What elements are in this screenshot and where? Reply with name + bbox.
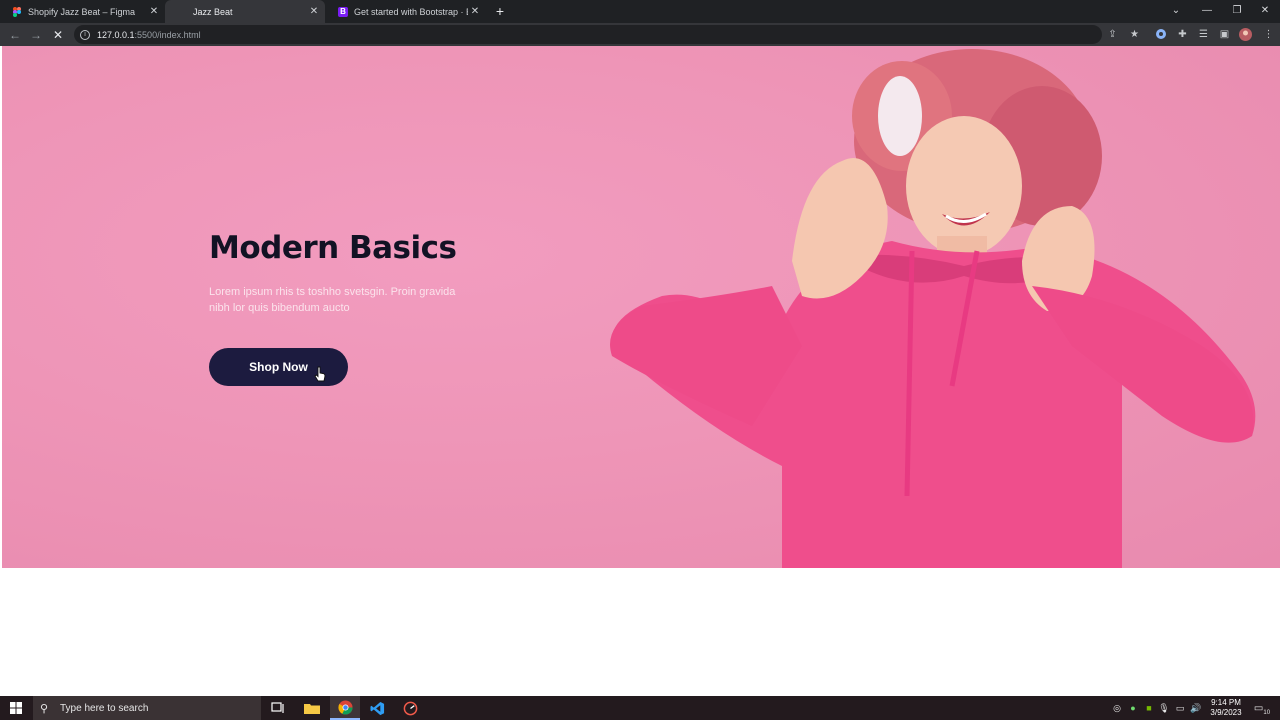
bootstrap-icon: B	[338, 6, 348, 17]
tab-title: Jazz Beat	[193, 6, 233, 17]
close-tab-icon[interactable]: ✕	[307, 6, 321, 17]
menu-icon[interactable]: ⋮	[1262, 28, 1275, 41]
hero-section: Modern Basics Lorem ipsum rhis ts toshho…	[2, 46, 1280, 568]
side-panel-icon[interactable]: ▣	[1218, 28, 1231, 41]
notification-center-icon[interactable]: ▭10	[1252, 700, 1272, 716]
file-explorer-icon[interactable]	[297, 696, 327, 720]
tab-title: Get started with Bootstrap · Boot	[354, 6, 468, 17]
notification-count: 10	[1263, 709, 1271, 716]
tray-green-icon[interactable]: ●	[1126, 700, 1140, 716]
hand-cursor-icon	[314, 366, 326, 382]
hero-content: Modern Basics Lorem ipsum rhis ts toshho…	[209, 226, 509, 386]
shop-now-button[interactable]: Shop Now	[209, 348, 348, 386]
browser-toolbar: ← → ✕ i 127.0.0.1 :5500/index.html ⇪ ★ ✚…	[0, 23, 1280, 46]
search-icon: ⚲	[40, 702, 49, 715]
figma-icon	[13, 6, 21, 17]
address-bar[interactable]: i 127.0.0.1 :5500/index.html	[74, 25, 1102, 44]
site-info-icon[interactable]: i	[80, 29, 90, 40]
close-window-icon[interactable]: ✕	[1250, 0, 1280, 22]
vscode-icon[interactable]	[362, 696, 392, 720]
nvidia-icon[interactable]: ■	[1142, 700, 1156, 716]
extensions-puzzle-icon[interactable]: ✚	[1176, 28, 1189, 41]
close-tab-icon[interactable]: ✕	[147, 6, 161, 17]
minimize-icon[interactable]: —	[1192, 0, 1222, 22]
taskbar-search-box[interactable]: ⚲ Type here to search	[33, 696, 261, 720]
windows-start-icon[interactable]	[10, 702, 22, 714]
tab-title: Shopify Jazz Beat – Figma	[28, 6, 136, 17]
tab-jazz-beat[interactable]: Jazz Beat ✕	[165, 0, 325, 23]
volume-icon[interactable]: 🔊	[1189, 700, 1203, 716]
tab-figma[interactable]: Shopify Jazz Beat – Figma ✕	[0, 0, 165, 23]
windows-taskbar: ⚲ Type here to search ◎ ● ■ 🎙 ▭ 🔊 9:14 P…	[0, 696, 1280, 720]
close-tab-icon[interactable]: ✕	[468, 6, 482, 17]
system-clock[interactable]: 9:14 PM 3/9/2023	[1206, 698, 1246, 718]
profile-avatar[interactable]	[1239, 28, 1252, 41]
reading-list-icon[interactable]: ☰	[1197, 28, 1210, 41]
hero-description: Lorem ipsum rhis ts toshho svetsgin. Pro…	[209, 286, 456, 314]
bookmark-star-icon[interactable]: ★	[1128, 28, 1141, 41]
microphone-icon[interactable]: 🎙	[1157, 700, 1171, 716]
app-icon[interactable]	[395, 696, 425, 720]
stop-loading-icon[interactable]: ✕	[50, 27, 66, 43]
forward-icon[interactable]: →	[28, 27, 44, 43]
url-host: 127.0.0.1	[97, 29, 135, 40]
browser-tab-strip: Shopify Jazz Beat – Figma ✕ Jazz Beat ✕ …	[0, 0, 1280, 23]
search-placeholder: Type here to search	[60, 702, 149, 714]
task-view-icon[interactable]	[263, 696, 293, 720]
tray-app-icon[interactable]: ◎	[1110, 700, 1124, 716]
url-path: :5500/index.html	[134, 29, 201, 40]
web-page: Modern Basics Lorem ipsum rhis ts toshho…	[0, 46, 1280, 696]
tab-bootstrap[interactable]: B Get started with Bootstrap · Boot ✕	[326, 0, 486, 23]
extension-icon[interactable]	[1154, 28, 1167, 41]
back-icon[interactable]: ←	[7, 27, 23, 43]
tab-search-icon[interactable]: ⌄	[1161, 0, 1191, 22]
clock-time: 9:14 PM	[1211, 698, 1241, 707]
hero-model-image	[610, 49, 1256, 568]
chrome-icon[interactable]	[330, 696, 360, 720]
hero-title: Modern Basics	[209, 230, 457, 266]
screen: Shopify Jazz Beat – Figma ✕ Jazz Beat ✕ …	[0, 0, 1280, 720]
share-icon[interactable]: ⇪	[1106, 28, 1119, 41]
clock-date: 3/9/2023	[1210, 708, 1242, 717]
new-tab-button[interactable]: +	[493, 3, 507, 19]
network-icon[interactable]: ▭	[1173, 700, 1187, 716]
restore-icon[interactable]: ❐	[1222, 0, 1252, 22]
loading-icon	[177, 7, 187, 17]
